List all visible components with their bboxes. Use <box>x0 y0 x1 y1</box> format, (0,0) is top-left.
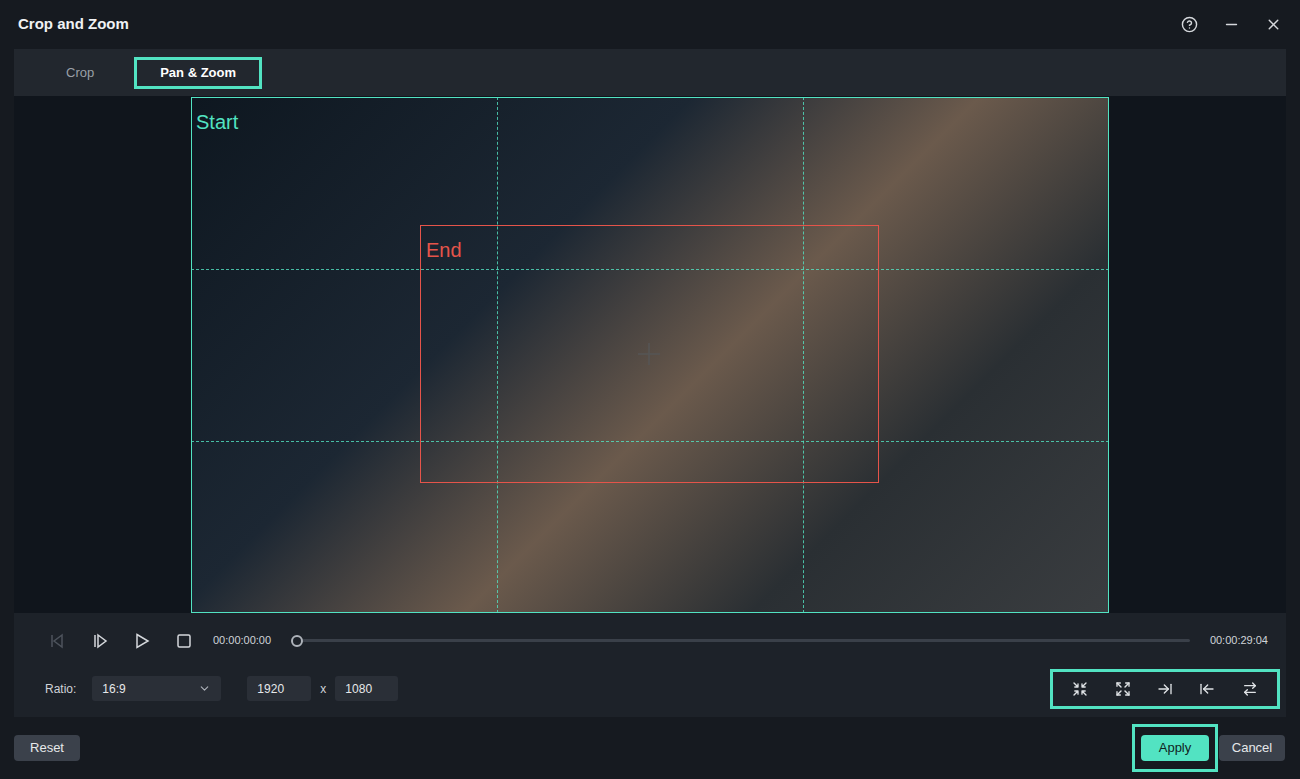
stop-icon[interactable] <box>176 633 192 649</box>
next-frame-icon[interactable] <box>92 633 108 649</box>
window-title: Crop and Zoom <box>18 13 129 36</box>
ratio-row: Ratio: 16:9 1920 x 1080 <box>14 668 1286 709</box>
dialog-button[interactable]: Cancel <box>1219 735 1285 761</box>
ratio-dropdown[interactable]: 16:9 <box>92 676 221 701</box>
pan-left-icon[interactable] <box>1199 681 1215 697</box>
help-icon[interactable] <box>1181 16 1198 33</box>
highlight-box: Apply <box>1132 724 1218 772</box>
pan-right-icon[interactable] <box>1157 681 1173 697</box>
main-panel: Crop Pan & Zoom Start End 00:00:00:00 00:00:2… <box>14 49 1286 717</box>
button-row: Reset Apply Cancel <box>0 724 1300 772</box>
width-field[interactable]: 1920 <box>247 676 311 701</box>
previous-frame-icon[interactable] <box>49 633 65 649</box>
dialog-button[interactable]: Reset <box>14 735 80 761</box>
chevron-down-icon <box>198 682 211 695</box>
height-field[interactable]: 1080 <box>335 676 398 701</box>
preview-area: Start End <box>14 96 1286 613</box>
controls: 00:00:00:00 00:00:29:04 Ratio: 16:9 1920 x 108… <box>14 613 1286 717</box>
crop-zoom-window: Crop and Zoom Crop Pan & Zoom Start End 00:00… <box>0 0 1300 779</box>
pan-zoom-tools <box>1050 669 1280 709</box>
end-label: End <box>426 235 462 265</box>
apply-button[interactable]: Apply <box>1141 735 1209 761</box>
zoom-out-icon[interactable] <box>1115 681 1131 697</box>
title-bar: Crop and Zoom <box>0 0 1300 49</box>
play-icon[interactable] <box>134 633 150 649</box>
minimize-icon[interactable] <box>1223 16 1240 33</box>
slider-thumb[interactable] <box>291 635 303 647</box>
tab-bar: Crop Pan & Zoom <box>14 49 1286 96</box>
swap-icon[interactable] <box>1242 681 1258 697</box>
tab[interactable]: Pan & Zoom <box>134 57 262 89</box>
tab[interactable]: Crop <box>40 57 120 89</box>
crosshair-icon <box>637 342 661 366</box>
ratio-label: Ratio: <box>45 680 76 698</box>
video-frame: Start End <box>191 97 1109 613</box>
zoom-in-icon[interactable] <box>1072 681 1088 697</box>
timeline-slider[interactable] <box>291 634 1190 648</box>
playback-row: 00:00:00:00 00:00:29:04 <box>14 613 1286 668</box>
close-icon[interactable] <box>1265 16 1282 33</box>
duration: 00:00:29:04 <box>1210 632 1268 649</box>
current-time: 00:00:00:00 <box>213 632 271 649</box>
start-label: Start <box>196 107 238 137</box>
start-rectangle[interactable] <box>191 97 1109 613</box>
size-separator: x <box>320 680 326 698</box>
